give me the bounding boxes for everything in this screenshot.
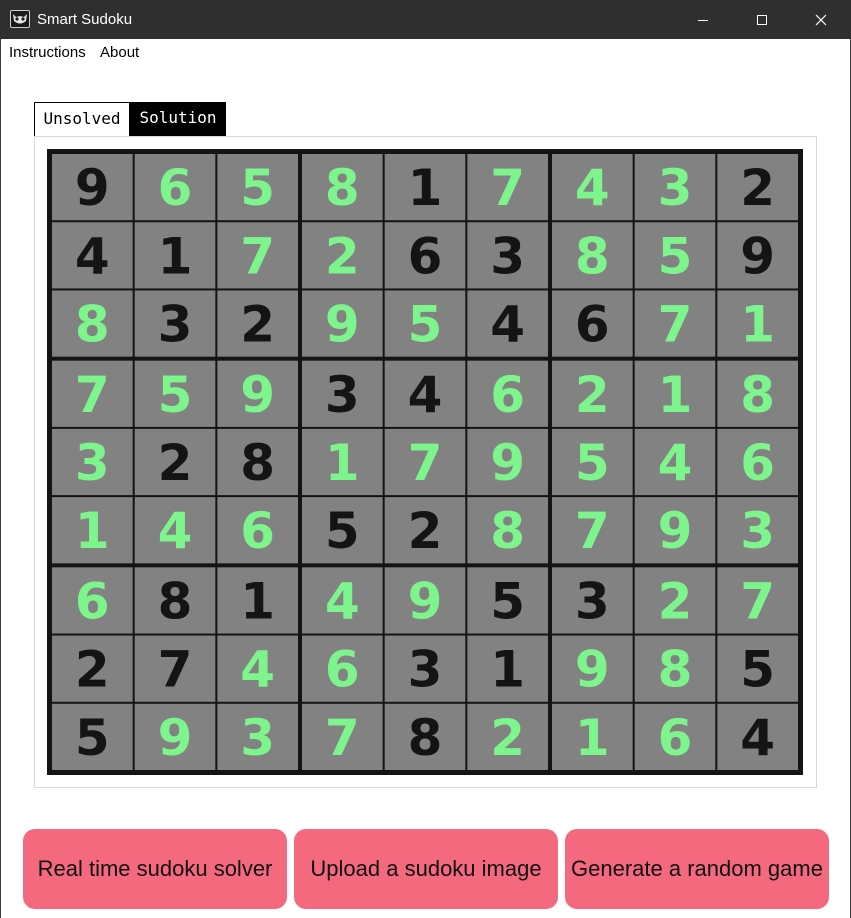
given-digit: 7: [158, 641, 193, 699]
given-digit: 8: [240, 434, 275, 492]
solved-digit: 9: [240, 366, 275, 424]
upload-image-button[interactable]: Upload a sudoku image: [294, 829, 558, 909]
minimize-icon[interactable]: [674, 0, 732, 39]
tab-solution[interactable]: Solution: [130, 102, 226, 136]
given-digit: 8: [408, 709, 443, 767]
solved-digit: 5: [408, 296, 443, 354]
solved-digit: 1: [575, 709, 610, 767]
solved-digit: 1: [740, 296, 775, 354]
given-digit: 4: [408, 366, 443, 424]
given-digit: 5: [325, 502, 360, 560]
given-digit: 3: [575, 572, 610, 630]
solved-digit: 2: [325, 227, 360, 285]
given-digit: 2: [75, 641, 110, 699]
solved-digit: 6: [740, 434, 775, 492]
given-digit: 2: [240, 296, 275, 354]
solved-digit: 9: [158, 709, 193, 767]
given-digit: 5: [75, 709, 110, 767]
solved-digit: 5: [158, 366, 193, 424]
given-digit: 3: [490, 227, 525, 285]
solved-digit: 8: [658, 641, 693, 699]
window-border-left: [0, 39, 1, 918]
given-digit: 9: [740, 227, 775, 285]
solved-digit: 1: [325, 434, 360, 492]
close-icon[interactable]: [792, 0, 850, 39]
solved-digit: 8: [740, 366, 775, 424]
given-digit: 5: [740, 641, 775, 699]
given-digit: 9: [75, 159, 110, 217]
solved-digit: 8: [75, 296, 110, 354]
given-digit: 6: [408, 227, 443, 285]
solved-digit: 3: [75, 434, 110, 492]
given-digit: 2: [740, 159, 775, 217]
given-digit: 3: [158, 296, 193, 354]
solved-digit: 6: [490, 366, 525, 424]
solved-digit: 6: [158, 159, 193, 217]
solved-digit: 9: [575, 641, 610, 699]
solved-digit: 5: [240, 159, 275, 217]
solved-digit: 9: [490, 434, 525, 492]
solved-digit: 4: [325, 572, 360, 630]
solved-digit: 9: [658, 502, 693, 560]
given-digit: 2: [408, 502, 443, 560]
solved-digit: 4: [575, 159, 610, 217]
solved-digit: 1: [658, 366, 693, 424]
solved-digit: 9: [408, 572, 443, 630]
tab-unsolved[interactable]: Unsolved: [34, 102, 130, 136]
window-title: Smart Sudoku: [37, 11, 133, 28]
menu-about[interactable]: About: [100, 44, 139, 62]
given-digit: 5: [490, 572, 525, 630]
given-digit: 1: [240, 572, 275, 630]
owl-icon: [10, 10, 30, 28]
solved-digit: 6: [75, 572, 110, 630]
given-digit: 2: [158, 434, 193, 492]
given-digit: 8: [158, 572, 193, 630]
given-digit: 3: [408, 641, 443, 699]
solved-digit: 6: [325, 641, 360, 699]
sudoku-board: 9658174324172638598329546717593462183281…: [47, 149, 803, 775]
solved-digit: 2: [490, 709, 525, 767]
menu-bar: Instructions About: [1, 39, 850, 67]
solved-digit: 8: [490, 502, 525, 560]
solved-digit: 1: [75, 502, 110, 560]
solved-digit: 3: [658, 159, 693, 217]
maximize-icon[interactable]: [733, 0, 791, 39]
solved-digit: 7: [575, 502, 610, 560]
solved-digit: 7: [240, 227, 275, 285]
solved-digit: 4: [240, 641, 275, 699]
solved-digit: 6: [658, 709, 693, 767]
solved-digit: 4: [158, 502, 193, 560]
given-digit: 4: [75, 227, 110, 285]
solved-digit: 7: [408, 434, 443, 492]
solved-digit: 8: [325, 159, 360, 217]
given-digit: 4: [490, 296, 525, 354]
solved-digit: 8: [575, 227, 610, 285]
real-time-solver-button[interactable]: Real time sudoku solver: [23, 829, 287, 909]
solved-digit: 4: [658, 434, 693, 492]
menu-instructions[interactable]: Instructions: [9, 44, 86, 62]
given-digit: 3: [325, 366, 360, 424]
solved-digit: 7: [490, 159, 525, 217]
solved-digit: 7: [740, 572, 775, 630]
solved-digit: 5: [575, 434, 610, 492]
given-digit: 6: [575, 296, 610, 354]
solved-digit: 2: [658, 572, 693, 630]
solved-digit: 3: [240, 709, 275, 767]
title-bar: Smart Sudoku: [0, 0, 851, 39]
solved-digit: 7: [658, 296, 693, 354]
given-digit: 1: [158, 227, 193, 285]
solved-digit: 2: [575, 366, 610, 424]
given-digit: 1: [408, 159, 443, 217]
solved-digit: 5: [658, 227, 693, 285]
given-digit: 1: [490, 641, 525, 699]
solved-digit: 3: [740, 502, 775, 560]
solved-digit: 9: [325, 296, 360, 354]
solved-digit: 7: [75, 366, 110, 424]
given-digit: 4: [740, 709, 775, 767]
solved-digit: 6: [240, 502, 275, 560]
solved-digit: 7: [325, 709, 360, 767]
generate-random-game-button[interactable]: Generate a random game: [565, 829, 829, 909]
